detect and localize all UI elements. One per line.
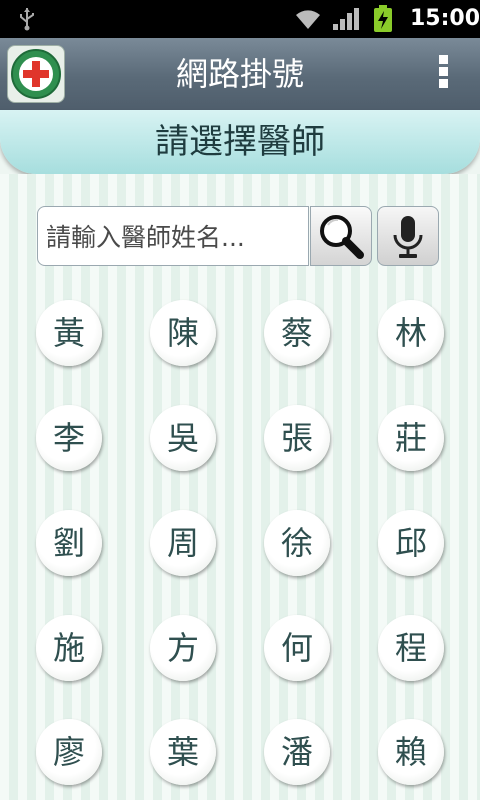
surname-button[interactable]: 蔡 xyxy=(264,300,330,366)
status-clock: 15:00 xyxy=(410,6,480,31)
section-title: 請選擇醫師 xyxy=(155,122,325,162)
battery-charging-icon xyxy=(374,5,392,32)
app-title: 網路掛號 xyxy=(175,55,304,93)
surname-button[interactable]: 林 xyxy=(378,300,444,366)
wifi-icon xyxy=(296,10,320,29)
surname-button[interactable]: 廖 xyxy=(36,719,102,785)
search-icon xyxy=(320,215,364,259)
surname-button[interactable]: 張 xyxy=(264,405,330,471)
surname-button[interactable]: 施 xyxy=(36,615,102,681)
surname-button[interactable]: 潘 xyxy=(264,719,330,785)
surname-button[interactable]: 方 xyxy=(150,615,216,681)
status-bar: 15:00 xyxy=(0,0,480,38)
surname-grid: 黃 陳 蔡 林 李 吳 張 莊 劉 周 徐 邱 施 方 何 程 廖 葉 潘 賴 xyxy=(0,300,480,800)
surname-button[interactable]: 程 xyxy=(378,615,444,681)
surname-button[interactable]: 黃 xyxy=(36,300,102,366)
surname-button[interactable]: 陳 xyxy=(150,300,216,366)
surname-button[interactable]: 葉 xyxy=(150,719,216,785)
surname-button[interactable]: 邱 xyxy=(378,510,444,576)
search-box xyxy=(37,206,309,266)
usb-icon xyxy=(20,8,34,31)
surname-button[interactable]: 徐 xyxy=(264,510,330,576)
microphone-icon xyxy=(393,216,423,258)
overflow-menu-icon[interactable] xyxy=(428,52,458,96)
voice-search-button[interactable] xyxy=(377,206,439,266)
surname-button[interactable]: 劉 xyxy=(36,510,102,576)
signal-icon xyxy=(333,8,359,30)
surname-button[interactable]: 莊 xyxy=(378,405,444,471)
search-button[interactable] xyxy=(310,206,372,266)
doctor-name-input[interactable] xyxy=(46,217,302,257)
surname-button[interactable]: 賴 xyxy=(378,719,444,785)
section-header: 請選擇醫師 xyxy=(0,110,480,174)
surname-button[interactable]: 李 xyxy=(36,405,102,471)
surname-button[interactable]: 吳 xyxy=(150,405,216,471)
surname-button[interactable]: 周 xyxy=(150,510,216,576)
surname-button[interactable]: 何 xyxy=(264,615,330,681)
